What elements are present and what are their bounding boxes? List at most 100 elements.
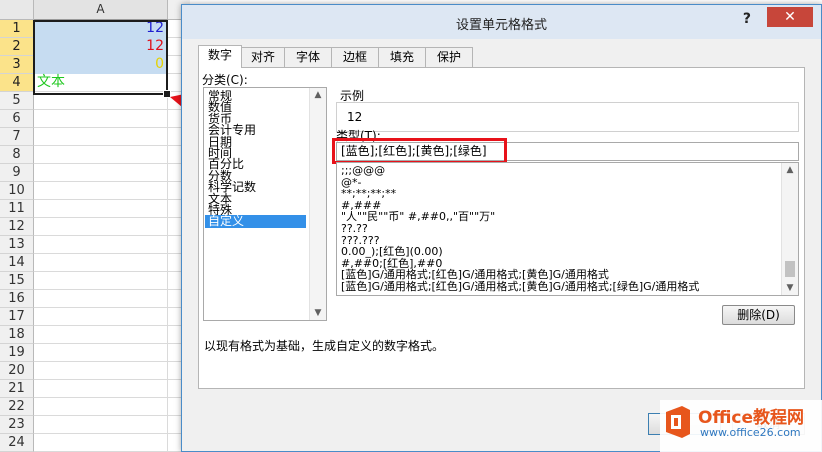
row-header[interactable]: 10 — [0, 182, 34, 200]
row-header[interactable]: 18 — [0, 326, 34, 344]
row-header[interactable]: 9 — [0, 164, 34, 182]
scroll-thumb[interactable] — [785, 261, 795, 277]
row-header[interactable]: 12 — [0, 218, 34, 236]
row-header[interactable]: 4 — [0, 74, 34, 92]
cell-a[interactable] — [34, 92, 168, 110]
category-item[interactable]: 自定义 — [205, 215, 306, 229]
sheet-row — [34, 182, 190, 200]
cell-a[interactable] — [34, 110, 168, 128]
row-header[interactable]: 11 — [0, 200, 34, 218]
watermark: Office教程网 www.office26.com — [660, 400, 822, 452]
dialog-title: 设置单元格格式 — [455, 18, 547, 33]
row-header[interactable]: 3 — [0, 56, 34, 74]
sheet-row — [34, 254, 190, 272]
sheet-row — [34, 290, 190, 308]
row-header[interactable]: 16 — [0, 290, 34, 308]
row-header[interactable]: 7 — [0, 128, 34, 146]
row-header[interactable]: 19 — [0, 344, 34, 362]
row-header[interactable]: 22 — [0, 398, 34, 416]
row-header[interactable]: 14 — [0, 254, 34, 272]
dialog-titlebar[interactable]: 设置单元格格式 ? ✕ — [182, 5, 821, 39]
sheet-row — [34, 362, 190, 380]
format-description: 以现有格式为基础，生成自定义的数字格式。 — [204, 339, 445, 353]
scroll-up-icon[interactable]: ▲ — [310, 90, 326, 100]
tab-number[interactable]: 数字 — [198, 45, 242, 68]
row-header[interactable]: 6 — [0, 110, 34, 128]
cell-a[interactable] — [34, 434, 168, 452]
office-logo-icon — [666, 406, 690, 438]
cell-a[interactable] — [34, 218, 168, 236]
row-header[interactable]: 15 — [0, 272, 34, 290]
help-button[interactable]: ? — [743, 11, 751, 27]
delete-button[interactable]: 删除(D) — [722, 305, 795, 325]
cell-a[interactable] — [34, 380, 168, 398]
row-header[interactable]: 8 — [0, 146, 34, 164]
row-header[interactable]: 24 — [0, 434, 34, 452]
format-item[interactable]: [蓝色]G/通用格式;[红色]G/通用格式;[黄色]G/通用格式;[绿色]G/通… — [341, 280, 699, 293]
tab-protection[interactable]: 保护 — [425, 47, 473, 67]
cell-a[interactable] — [34, 146, 168, 164]
sheet-row: 0 — [34, 56, 190, 74]
format-scrollbar[interactable]: ▲ ▼ — [781, 163, 798, 295]
cell-a[interactable] — [34, 272, 168, 290]
close-button[interactable]: ✕ — [767, 7, 813, 27]
format-cells-dialog: 设置单元格格式 ? ✕ 数字 对齐 字体 边框 填充 保护 分类(C): 常规数… — [181, 4, 822, 452]
sheet-row — [34, 434, 190, 452]
category-scrollbar[interactable]: ▲ ▼ — [309, 88, 326, 320]
row-header[interactable]: 21 — [0, 380, 34, 398]
cell-a[interactable] — [34, 344, 168, 362]
cell-a[interactable] — [34, 362, 168, 380]
sample-box: 12 — [336, 102, 799, 132]
row-header[interactable]: 17 — [0, 308, 34, 326]
scroll-down-icon[interactable]: ▼ — [782, 283, 798, 293]
cell-a[interactable] — [34, 398, 168, 416]
sample-value: 12 — [347, 110, 363, 124]
cell-a[interactable] — [34, 308, 168, 326]
tab-border[interactable]: 边框 — [331, 47, 379, 67]
sheet-row — [34, 416, 190, 434]
spreadsheet: A 1 2 3 4 5 6 7 8 9 10 11 12 13 14 15 16 17 18 19 20 21 22 23 2… — [0, 0, 190, 452]
column-header-a[interactable]: A — [34, 0, 168, 20]
cell-a[interactable]: 12 — [34, 38, 168, 56]
scroll-up-icon[interactable]: ▲ — [782, 165, 798, 175]
sheet-row — [34, 344, 190, 362]
cell-a[interactable] — [34, 254, 168, 272]
tab-font[interactable]: 字体 — [284, 47, 332, 67]
cell-a[interactable] — [34, 182, 168, 200]
cell-a[interactable] — [34, 164, 168, 182]
cell-a[interactable] — [34, 236, 168, 254]
watermark-url: www.office26.com — [700, 426, 801, 439]
category-label: 分类(C): — [202, 73, 248, 87]
cell-a[interactable] — [34, 326, 168, 344]
type-input[interactable]: [蓝色];[红色];[黄色];[绿色] — [336, 142, 799, 161]
select-all-corner[interactable] — [0, 0, 34, 20]
row-header[interactable]: 5 — [0, 92, 34, 110]
cell-a[interactable]: 文本 — [34, 74, 168, 92]
cell-a[interactable] — [34, 200, 168, 218]
sheet-row — [34, 218, 190, 236]
sheet-row — [34, 200, 190, 218]
row-header[interactable]: 2 — [0, 38, 34, 56]
watermark-title: Office教程网 — [698, 408, 805, 428]
sheet-row — [34, 236, 190, 254]
sheet-row — [34, 380, 190, 398]
row-header[interactable]: 20 — [0, 362, 34, 380]
sheet-row: 12 — [34, 38, 190, 56]
tab-fill[interactable]: 填充 — [378, 47, 426, 67]
sheet-row — [34, 272, 190, 290]
cell-a[interactable] — [34, 128, 168, 146]
sheet-row — [34, 326, 190, 344]
cell-a[interactable] — [34, 290, 168, 308]
row-header[interactable]: 13 — [0, 236, 34, 254]
row-header[interactable]: 23 — [0, 416, 34, 434]
format-list[interactable]: ;;;@@@ @*- **;**;**;** #,### "人""民""币" #,##0… — [336, 162, 799, 296]
sheet-row — [34, 164, 190, 182]
category-list[interactable]: 常规 数值 货币 会计专用 日期 时间 百分比 分数 科学记数 文本 特殊 自定义 ▲ ▼ — [203, 87, 327, 321]
cell-a[interactable]: 12 — [34, 20, 168, 38]
sheet-row — [34, 308, 190, 326]
scroll-down-icon[interactable]: ▼ — [310, 308, 326, 318]
cell-a[interactable] — [34, 416, 168, 434]
cell-a[interactable]: 0 — [34, 56, 168, 74]
row-header[interactable]: 1 — [0, 20, 34, 38]
tab-alignment[interactable]: 对齐 — [241, 47, 285, 67]
